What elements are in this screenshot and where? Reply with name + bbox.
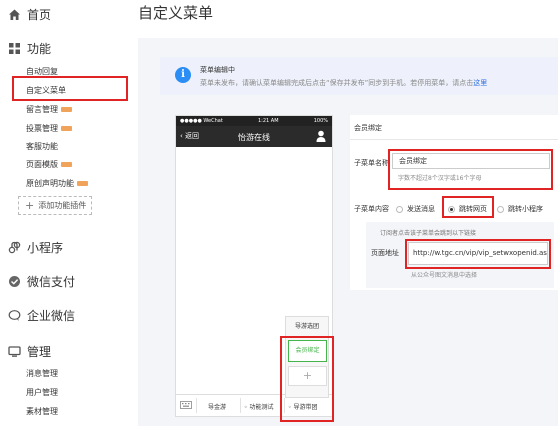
highlight-box (12, 76, 128, 101)
sidebar-item-label: 原创声明功能 (26, 179, 74, 188)
nav-mini-program-label: 小程序 (27, 241, 64, 255)
notice-text-body: 菜单未发布，请确认菜单编辑完成后点击“保存并发布”同步到手机。若停用菜单，请点击 (200, 79, 474, 87)
pay-icon (8, 275, 21, 288)
notice-text: 菜单未发布，请确认菜单编辑完成后点击“保存并发布”同步到手机。若停用菜单，请点击… (200, 78, 487, 88)
notice-banner: i 菜单编辑中 菜单未发布，请确认菜单编辑完成后点击“保存并发布”同步到手机。若… (160, 57, 558, 95)
page-title: 自定义菜单 (138, 4, 214, 22)
choose-from-articles-link[interactable]: 从公众号图文消息中选择 (411, 270, 477, 279)
nav-home-label: 首页 (27, 8, 52, 22)
stop-menu-link[interactable]: 这里 (473, 79, 487, 87)
radio-icon (396, 205, 403, 213)
radio-label: 跳转小程序 (508, 205, 543, 213)
content-label: 子菜单内容 (354, 205, 389, 213)
nav-mini-program[interactable]: 小程序 (8, 239, 63, 256)
phone-status-bar: ●●●●● WeChat 1:21 AM 100% (176, 116, 332, 126)
nav-wechat-pay[interactable]: 微信支付 (8, 273, 75, 290)
submenu-item-1[interactable]: 导游选团 (286, 321, 328, 330)
sidebar-item-materials[interactable]: 素材管理 (26, 406, 58, 417)
menu-item-1[interactable]: 导金游 (208, 402, 226, 411)
radio-label: 发送消息 (407, 205, 435, 213)
menu-item-2[interactable]: ◦ 功能测试 (244, 402, 273, 411)
link-icon (8, 241, 21, 254)
divider (196, 398, 197, 413)
clock: 1:21 AM (257, 118, 279, 124)
nav-functions[interactable]: 功能 (8, 40, 51, 57)
plus-icon: + (25, 199, 35, 212)
chat-bubble-icon (8, 309, 21, 322)
new-badge (61, 126, 72, 131)
battery: 100% (313, 118, 328, 124)
menu-item-2-label: 功能测试 (249, 404, 274, 411)
new-badge (77, 181, 88, 186)
notice-title: 菜单编辑中 (200, 66, 235, 74)
divider (240, 398, 241, 413)
grid-icon (8, 42, 21, 55)
radio-mini-program[interactable]: 跳转小程序 (497, 204, 543, 214)
highlight-box (442, 196, 494, 218)
sidebar-item-label: 消息管理 (26, 369, 58, 378)
radio-icon (497, 205, 504, 213)
add-plugin-label: 添加功能插件 (38, 201, 87, 210)
sidebar-item-label: 页面模版 (26, 160, 58, 169)
radio-send-message[interactable]: 发送消息 (396, 204, 435, 214)
sidebar-item-label: 素材管理 (26, 407, 58, 416)
sidebar-item-label: 留言管理 (26, 105, 58, 114)
form-section-title: 会员绑定 (354, 124, 382, 132)
nav-enterprise-wechat[interactable]: 企业微信 (8, 307, 75, 324)
account-name: 怡游在线 (238, 133, 270, 142)
nav-enterprise-wechat-label: 企业微信 (27, 309, 76, 323)
info-icon: i (175, 67, 191, 83)
highlight-box (280, 336, 334, 422)
highlight-box (388, 149, 553, 190)
sidebar-item-original-declaration[interactable]: 原创声明功能 (26, 178, 88, 189)
phone-title-bar: ‹ 返回 怡游在线 (176, 126, 332, 147)
carrier: ●●●●● WeChat (180, 118, 223, 124)
nav-manage[interactable]: 管理 (8, 343, 51, 360)
divider (350, 139, 558, 140)
sidebar-item-label: 投票管理 (26, 124, 58, 133)
sidebar-item-users[interactable]: 用户管理 (26, 387, 58, 398)
nav-manage-label: 管理 (27, 345, 52, 359)
sidebar-item-messages[interactable]: 消息管理 (26, 368, 58, 379)
sidebar-item-votes[interactable]: 投票管理 (26, 123, 72, 134)
keyboard-icon[interactable] (180, 399, 192, 411)
sidebar-item-label: 用户管理 (26, 388, 58, 397)
nav-home[interactable]: 首页 (8, 6, 51, 23)
user-icon[interactable] (316, 130, 326, 142)
home-icon (8, 8, 21, 21)
new-badge (61, 107, 72, 112)
url-caption: 订阅者点击该子菜单会跳到以下链接 (380, 230, 477, 237)
sidebar: 首页 功能 自动回复 自定义菜单 留言管理 投票管理 客服功能 页面模版 原创声… (0, 0, 134, 426)
sidebar-item-label: 客服功能 (26, 142, 58, 151)
add-plugin-button[interactable]: + 添加功能插件 (18, 196, 92, 215)
sidebar-item-customer-service[interactable]: 客服功能 (26, 141, 58, 152)
nav-functions-label: 功能 (27, 42, 52, 56)
new-badge (61, 162, 72, 167)
monitor-icon (8, 345, 21, 358)
name-label: 子菜单名称 (354, 159, 389, 167)
sidebar-item-comments[interactable]: 留言管理 (26, 104, 72, 115)
nav-wechat-pay-label: 微信支付 (27, 275, 76, 289)
highlight-box (405, 239, 551, 269)
url-label: 页面地址 (371, 249, 399, 257)
sidebar-item-page-templates[interactable]: 页面模版 (26, 159, 72, 170)
